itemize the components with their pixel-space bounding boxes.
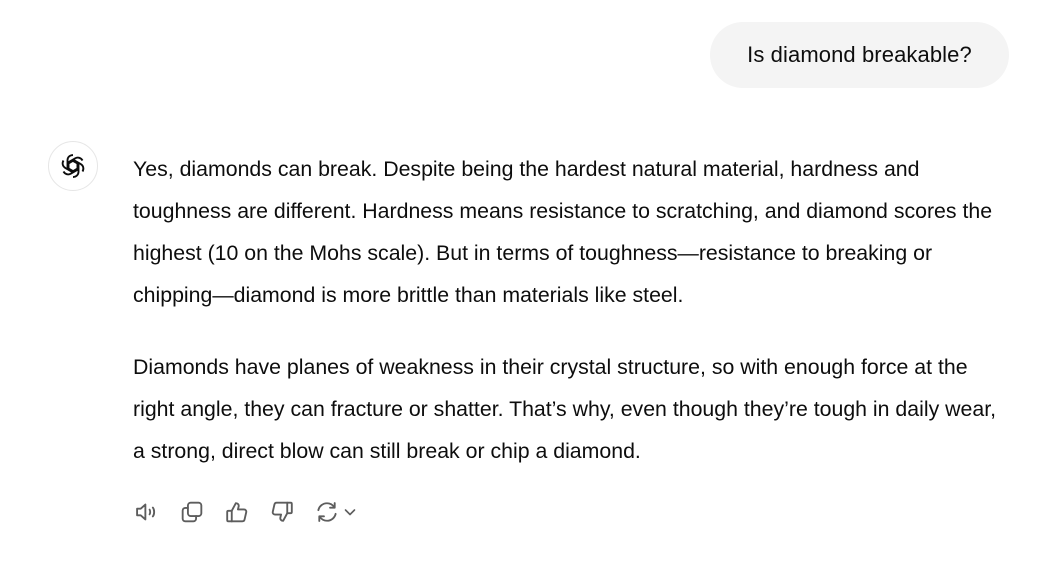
thumbs-down-icon [271,501,293,522]
chevron-down-icon [344,509,356,516]
message-actions [133,496,358,528]
thumbs-up-icon [226,502,248,523]
regenerate-button[interactable] [313,496,358,528]
assistant-paragraph: Yes, diamonds can break. Despite being t… [133,157,993,307]
bad-response-button[interactable] [268,496,296,528]
assistant-avatar [48,141,98,191]
copy-button[interactable] [178,496,206,528]
user-message-bubble: Is diamond breakable? [710,22,1009,88]
openai-logo-icon [59,154,87,178]
refresh-icon [317,502,337,522]
copy-icon [181,501,203,523]
user-message-text: Is diamond breakable? [747,42,972,67]
read-aloud-button[interactable] [133,496,161,528]
assistant-paragraph: Diamonds have planes of weakness in thei… [133,355,997,463]
speaker-icon [136,503,156,521]
good-response-button[interactable] [223,496,251,528]
assistant-message: Yes, diamonds can break. Despite being t… [133,148,1013,472]
